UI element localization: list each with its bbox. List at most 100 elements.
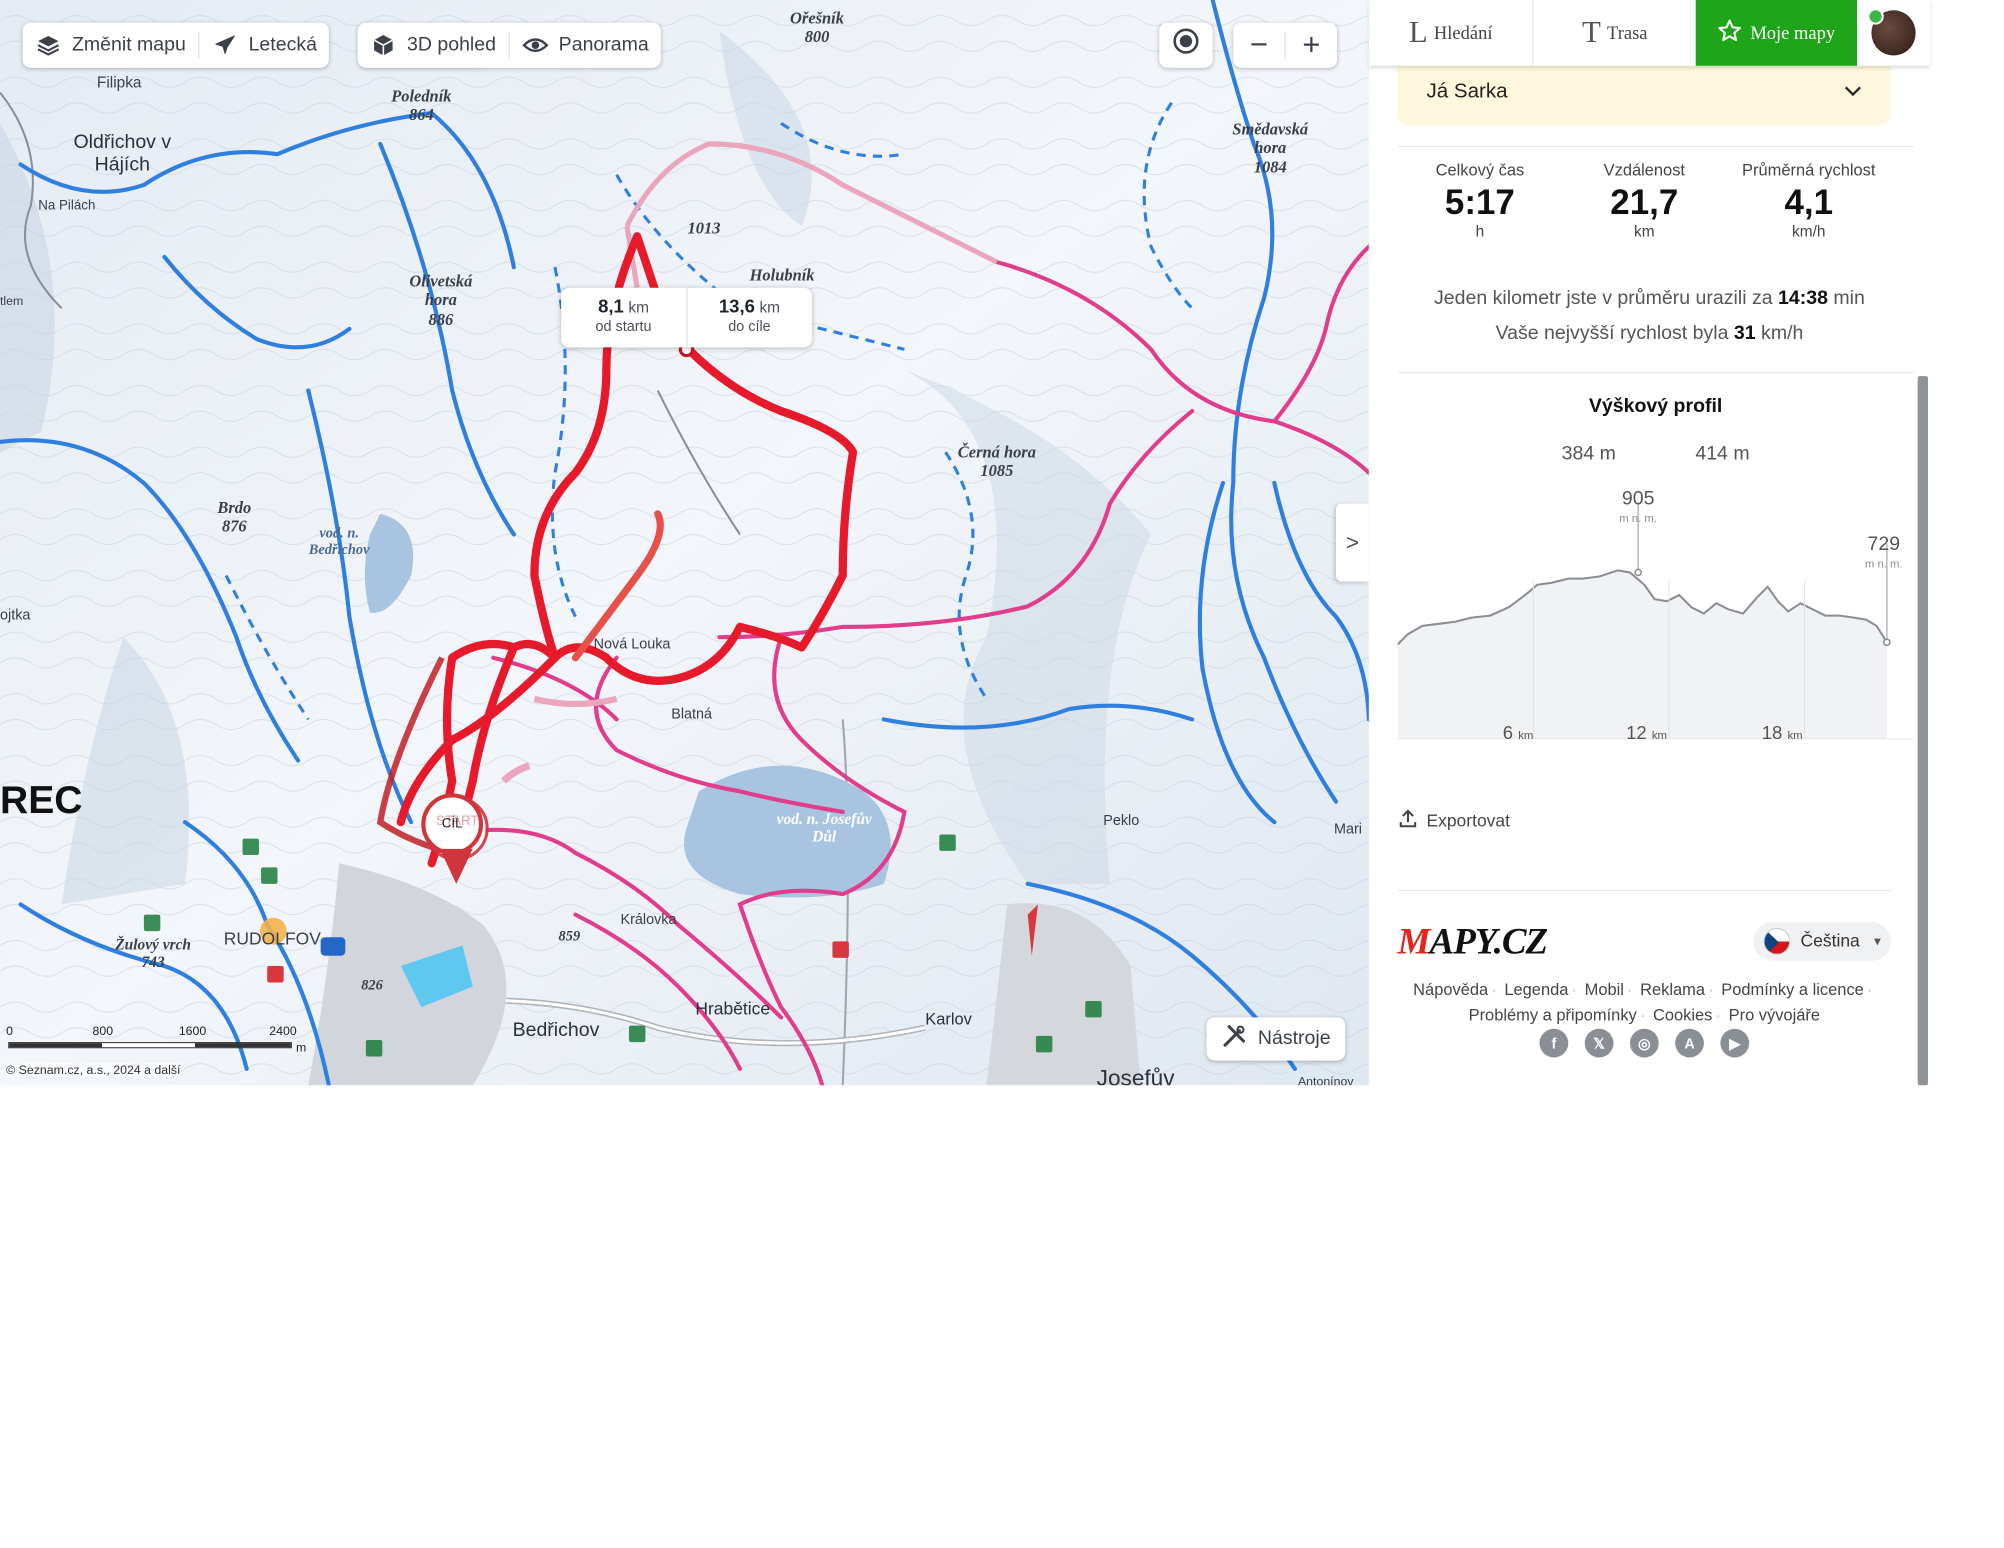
- tools-icon: [1221, 1023, 1248, 1056]
- panorama-button[interactable]: Panorama: [509, 23, 661, 68]
- from-start-value: 8,1: [598, 295, 624, 317]
- place-label-karlov: Karlov: [925, 1011, 972, 1029]
- layers-icon: [35, 32, 62, 59]
- panorama-label: Panorama: [558, 33, 649, 56]
- peak-label-1013: 1013: [687, 219, 721, 238]
- pace-suffix: min: [1833, 287, 1865, 310]
- minus-icon: −: [1249, 27, 1268, 62]
- map-copyright[interactable]: © Seznam.cz, a.s., 2024 a další: [6, 1062, 181, 1078]
- footer-links-row-2: Problémy a připomínky · Cookies · Pro vývo…: [1468, 1007, 1821, 1025]
- google-play-icon[interactable]: ▶: [1720, 1028, 1750, 1058]
- scale-tick-1600: 1600: [178, 1023, 207, 1038]
- 3d-view-button[interactable]: 3D pohled: [358, 23, 509, 68]
- place-label-mari: Mari: [1333, 820, 1362, 837]
- from-start-label: od startu: [595, 317, 652, 335]
- export-button[interactable]: Exportovat: [1398, 808, 1510, 834]
- side-panel: L Hledání T Trasa Moje mapy Já Sarka Cel…: [1368, 0, 1931, 1086]
- pace-prefix: Jeden kilometr jste v průměru urazili za: [1434, 287, 1773, 310]
- place-label-city: REC: [0, 778, 83, 823]
- stat-unit: km: [1634, 223, 1655, 241]
- export-label: Exportovat: [1426, 810, 1510, 830]
- max-elevation-value: 905: [1621, 488, 1655, 510]
- descent: 414 m: [1399, 443, 1768, 558]
- map-owner-selector[interactable]: Já Sarka: [1397, 57, 1891, 126]
- plus-icon: +: [1302, 27, 1321, 62]
- stat-average-speed: Průměrná rychlost 4,1 km/h: [1727, 162, 1891, 240]
- end-elevation-unit: m n. m.: [1864, 558, 1903, 571]
- link-feedback[interactable]: Problémy a připomínky: [1469, 1007, 1637, 1024]
- tools-label: Nástroje: [1257, 1027, 1331, 1050]
- route-distance-popup: 8,1 km od startu 13,6 km do cíle: [561, 287, 812, 348]
- distance-to-end: 13,6 km do cíle: [685, 287, 812, 348]
- link-terms[interactable]: Podmínky a licence: [1721, 981, 1864, 998]
- pace-value: 14:38: [1778, 287, 1828, 310]
- logo-text: APY.CZ: [1429, 920, 1549, 962]
- tools-button[interactable]: Nástroje: [1206, 1017, 1346, 1061]
- language-selector[interactable]: Čeština ▾: [1753, 921, 1891, 961]
- change-map-button[interactable]: Změnit mapu: [23, 23, 199, 68]
- map-canvas[interactable]: Oldřichov v Hájích Na Pilách Filipka Pol…: [0, 0, 1369, 1086]
- lake-label-josefuv-dul: vod. n. Josefův Důl: [776, 811, 872, 847]
- top-speed-suffix: km/h: [1761, 322, 1804, 345]
- top-navigation: L Hledání T Trasa Moje mapy: [1368, 0, 1931, 66]
- peak-label-olivetska: Olivetská hora 886: [409, 273, 473, 329]
- zoom-out-button[interactable]: −: [1233, 23, 1284, 68]
- link-cookies[interactable]: Cookies: [1653, 1007, 1712, 1024]
- place-label-rudolfov: RUDOLFOV: [223, 929, 321, 949]
- aerial-button[interactable]: Letecká: [199, 23, 329, 68]
- stat-total-time: Celkový čas 5:17 h: [1398, 162, 1562, 240]
- link-legend[interactable]: Legenda: [1504, 981, 1568, 998]
- online-badge: [1866, 8, 1884, 25]
- panel-footer: MAPY.CZ Čeština ▾ Nápověda · Legenda · Mob…: [1397, 889, 1891, 1058]
- tab-search[interactable]: L Hledání: [1369, 0, 1534, 66]
- x-twitter-icon[interactable]: 𝕏: [1584, 1028, 1614, 1058]
- elevation-profile: Výškový profil 384 m 414 m 905 m n. m. 7…: [1397, 372, 1914, 783]
- peak-label-oresnik: Ořešník 800: [790, 10, 844, 47]
- ascent-descent-row: 384 m 414 m: [1398, 442, 1914, 559]
- place-label-tlem: tlem: [0, 293, 24, 309]
- divider: [1397, 145, 1914, 147]
- app-store-icon[interactable]: A: [1675, 1028, 1704, 1058]
- scale-graphic: [8, 1042, 292, 1049]
- lake-label-bedrichov: vod. n. Bedřichov: [308, 526, 370, 559]
- footer-links: Nápověda · Legenda · Mobil · Reklama · Podmí…: [1398, 977, 1891, 1028]
- stat-label: Vzdálenost: [1603, 162, 1685, 180]
- locate-control: [1159, 22, 1213, 68]
- place-label-antoninov: Antonínov: [1297, 1073, 1354, 1086]
- cube-icon: [370, 32, 397, 59]
- 3d-view-label: 3D pohled: [406, 33, 496, 56]
- panel-scrollbar[interactable]: [1917, 376, 1928, 1086]
- owner-name: Já Sarka: [1426, 79, 1508, 103]
- ascent-value: 384 m: [1561, 442, 1616, 465]
- link-advertising[interactable]: Reklama: [1640, 981, 1705, 998]
- instagram-icon[interactable]: ◎: [1629, 1028, 1659, 1058]
- x-tick-6km: 6 km: [1502, 722, 1534, 744]
- eye-icon: [521, 32, 549, 59]
- route-tab-icon: T: [1582, 15, 1601, 50]
- link-help[interactable]: Nápověda: [1413, 981, 1488, 998]
- chevron-down-icon: ▾: [1873, 933, 1881, 949]
- zoom-in-button[interactable]: +: [1286, 23, 1337, 68]
- stat-value: 21,7: [1610, 182, 1679, 222]
- place-label-filipka: Filipka: [96, 73, 142, 92]
- user-avatar[interactable]: [1866, 8, 1916, 56]
- tab-route[interactable]: T Trasa: [1533, 0, 1696, 66]
- mapy-logo[interactable]: MAPY.CZ: [1397, 920, 1549, 963]
- scale-bar: 0 800 1600 2400 m: [6, 1023, 306, 1055]
- tab-my-maps[interactable]: Moje mapy: [1696, 0, 1857, 66]
- route-finish-label[interactable]: CÍL: [432, 815, 473, 831]
- logo-m: M: [1397, 920, 1431, 962]
- collapse-panel-button[interactable]: >: [1336, 503, 1369, 582]
- link-mobile[interactable]: Mobil: [1585, 981, 1624, 998]
- star-icon: [1717, 18, 1742, 48]
- locate-me-button[interactable]: [1159, 23, 1212, 68]
- facebook-icon[interactable]: f: [1539, 1028, 1569, 1058]
- to-end-label: do cíle: [728, 317, 771, 335]
- scale-tick-0: 0: [6, 1023, 14, 1038]
- place-label-kralovka: Královka: [620, 910, 677, 927]
- peak-label-zulovy: Žulový vrch 743: [115, 937, 192, 972]
- track-stats: Celkový čas 5:17 h Vzdálenost 21,7 km Pr…: [1398, 162, 1891, 240]
- map-type-controls: Změnit mapu Letecká: [22, 22, 330, 68]
- link-developers[interactable]: Pro vývojáře: [1729, 1007, 1820, 1024]
- social-links: f 𝕏 ◎ A ▶: [1398, 1028, 1891, 1058]
